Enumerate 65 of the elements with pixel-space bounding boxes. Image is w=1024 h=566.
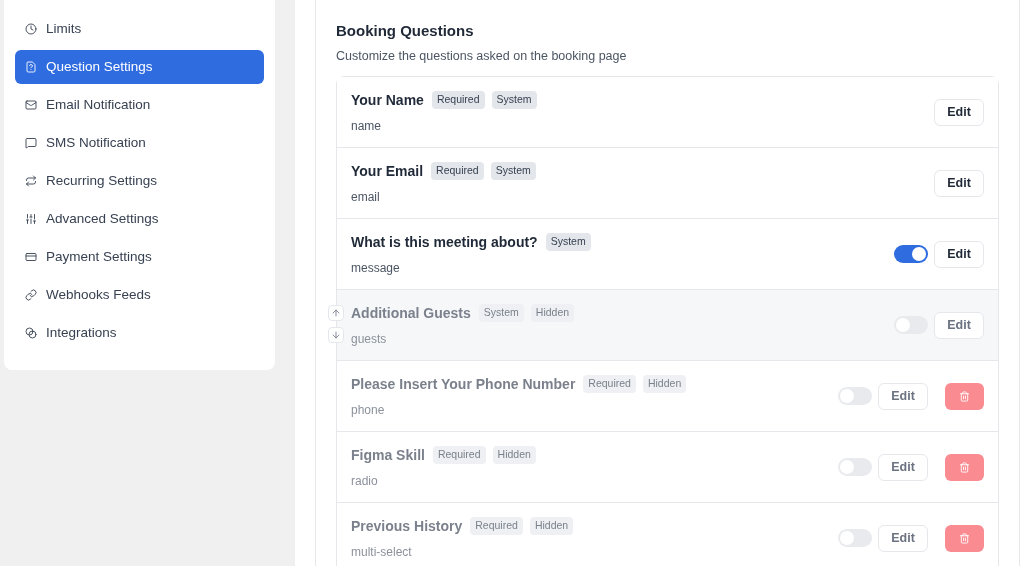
tag: Hidden xyxy=(529,517,574,536)
question-label: Your Name xyxy=(351,90,424,110)
edit-button[interactable]: Edit xyxy=(934,169,984,197)
repeat-icon xyxy=(25,175,37,187)
question-label: Previous History xyxy=(351,516,463,536)
tag: System xyxy=(545,233,591,252)
tag: Required xyxy=(583,375,636,394)
tag: Required xyxy=(431,162,484,181)
delete-button[interactable] xyxy=(945,382,984,410)
sidebar-item[interactable]: Email Notification xyxy=(15,88,264,122)
mail-icon xyxy=(25,99,37,111)
tag: Required xyxy=(432,446,486,465)
tag: System xyxy=(491,91,537,110)
move-down-button[interactable] xyxy=(328,327,344,344)
edit-button[interactable]: Edit xyxy=(878,453,928,481)
clock-icon xyxy=(25,23,37,35)
arrow-up-icon xyxy=(331,308,341,319)
edit-button[interactable]: Edit xyxy=(878,382,928,410)
sidebar-item[interactable]: Recurring Settings xyxy=(15,164,264,198)
trash-icon xyxy=(959,461,970,473)
question-icon xyxy=(25,61,37,73)
tag: Required xyxy=(470,517,523,536)
question-key: message xyxy=(351,258,894,277)
question-key: name xyxy=(351,116,934,135)
circles-icon xyxy=(25,327,37,339)
question-key: guests xyxy=(351,329,894,348)
sidebar-item[interactable]: Limits xyxy=(15,12,264,46)
trash-icon xyxy=(959,532,970,544)
section-subtitle: Customize the questions asked on the booking page xyxy=(336,47,628,65)
question-label: Please Insert Your Phone Number xyxy=(351,374,576,394)
question-label: What is this meeting about? xyxy=(351,232,538,252)
sidebar-item[interactable]: Payment Settings xyxy=(15,240,264,274)
question-key: email xyxy=(351,187,934,206)
tag: Required xyxy=(431,91,485,110)
sliders-icon xyxy=(25,213,37,225)
question-label: Figma Skill xyxy=(351,445,425,465)
trash-icon xyxy=(959,390,970,402)
question-label: Additional Guests xyxy=(351,303,471,323)
sidebar-item[interactable]: Advanced Settings xyxy=(15,202,264,236)
tag: System xyxy=(478,304,524,323)
question-key: multi-select xyxy=(351,542,838,561)
arrow-down-icon xyxy=(331,330,341,341)
sidebar-item[interactable]: Integrations xyxy=(15,316,264,350)
tag: Hidden xyxy=(642,375,687,394)
sidebar-item[interactable]: SMS Notification xyxy=(15,126,264,160)
edit-button[interactable]: Edit xyxy=(934,98,984,126)
sidebar-item[interactable]: Webhooks Feeds xyxy=(15,278,264,312)
link-icon xyxy=(25,289,37,301)
edit-button[interactable]: Edit xyxy=(934,240,984,268)
card-icon xyxy=(25,251,37,263)
edit-button[interactable]: Edit xyxy=(878,524,928,552)
toggle-switch[interactable] xyxy=(894,245,928,264)
move-up-button[interactable] xyxy=(328,305,344,322)
question-key: radio xyxy=(351,471,838,490)
tag: System xyxy=(490,162,536,181)
tag: Hidden xyxy=(530,304,575,323)
delete-button[interactable] xyxy=(945,524,984,552)
edit-button[interactable]: Edit xyxy=(934,311,984,339)
message-icon xyxy=(25,137,37,149)
delete-button[interactable] xyxy=(945,453,984,481)
tag: Hidden xyxy=(492,446,536,465)
section-title: Booking Questions xyxy=(336,21,475,41)
sidebar-item[interactable]: Question Settings xyxy=(15,50,264,84)
question-label: Your Email xyxy=(351,161,424,181)
question-key: phone xyxy=(351,400,838,419)
